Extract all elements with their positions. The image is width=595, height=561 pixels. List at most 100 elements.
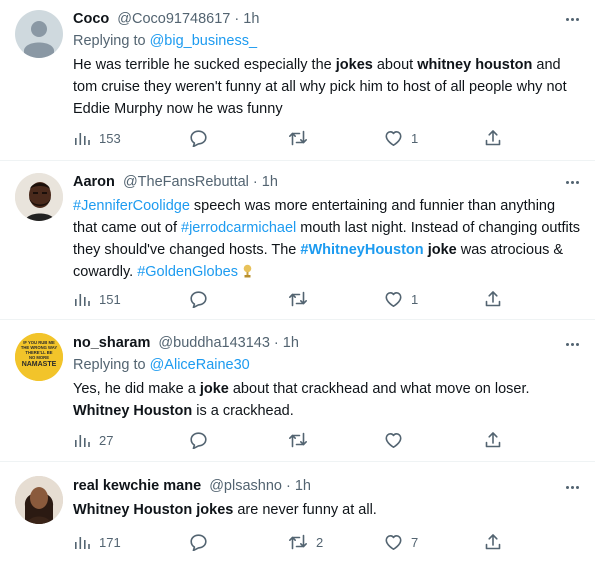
views-count: 171: [99, 534, 121, 550]
share-button[interactable]: [484, 532, 502, 552]
tweet-text-segment: Whitney Houston: [73, 502, 193, 518]
user-handle[interactable]: @TheFansRebuttal: [123, 174, 249, 190]
avatar[interactable]: [15, 173, 63, 221]
views-button[interactable]: 171: [73, 532, 121, 552]
like-count: 1: [411, 291, 419, 307]
tweet-text-segment: He was terrible he sucked especially the: [73, 57, 336, 73]
tweet-text-segment: jokes: [335, 57, 373, 73]
like-count: 7: [411, 534, 419, 550]
heart-icon: [385, 535, 402, 550]
like-button[interactable]: 7: [384, 532, 418, 552]
tweet-text-segment: is a crackhead.: [192, 403, 294, 419]
views-count: 27: [99, 432, 114, 448]
share-button[interactable]: [484, 128, 502, 148]
replying-to-label: Replying to: [73, 33, 150, 49]
analytics-icon: [75, 133, 90, 145]
hashtag-link[interactable]: #WhitneyHouston: [300, 242, 423, 258]
replying-to: Replying to @AliceRaine30: [73, 355, 581, 375]
reply-icon: [190, 130, 207, 147]
user-handle[interactable]: @Coco91748617: [117, 11, 230, 27]
user-handle[interactable]: @buddha143143: [158, 335, 270, 351]
tweet-text: He was terrible he sucked especially the…: [73, 54, 581, 120]
share-button[interactable]: [484, 430, 502, 450]
tweet[interactable]: Aaron @TheFansRebuttal · 1h #JenniferCoo…: [0, 161, 595, 320]
retweet-icon: [289, 130, 307, 146]
tweet-header: Aaron @TheFansRebuttal · 1h: [73, 173, 581, 192]
tweet[interactable]: IF YOU RUB ME THE WRONG WAY THERE'LL BE …: [0, 320, 595, 462]
replying-to-link[interactable]: @AliceRaine30: [150, 357, 250, 373]
tweet-text-segment: whitney houston: [417, 57, 533, 73]
like-count: 1: [411, 130, 419, 146]
separator: ·: [281, 478, 295, 494]
heart-icon: [385, 433, 402, 448]
views-button[interactable]: 153: [73, 128, 121, 148]
tweet-header: real kewchie mane @plsashno · 1h: [73, 477, 581, 496]
reply-icon: [190, 534, 207, 551]
retweet-icon: [289, 432, 307, 448]
timestamp[interactable]: 1h: [243, 11, 259, 27]
tweet-text: #JenniferCoolidge speech was more entert…: [73, 195, 581, 283]
views-count: 151: [99, 291, 121, 307]
timestamp[interactable]: 1h: [283, 335, 299, 351]
timestamp[interactable]: 1h: [295, 478, 311, 494]
hashtag-link[interactable]: #JenniferCoolidge: [73, 198, 190, 214]
reply-button[interactable]: [189, 289, 216, 309]
replying-to: Replying to @big_business_: [73, 31, 581, 51]
tweet-header: Coco @Coco91748617 · 1h: [73, 10, 581, 29]
woman-avatar-icon: [15, 476, 63, 524]
analytics-icon: [75, 294, 90, 306]
default-avatar-icon: [24, 21, 54, 58]
tweet-text-segment: Yes, he did make a: [73, 381, 200, 397]
replying-to-label: Replying to: [73, 357, 150, 373]
avatar[interactable]: IF YOU RUB ME THE WRONG WAY THERE'LL BE …: [15, 333, 63, 381]
tweet-text-segment: jokes: [196, 502, 234, 518]
heart-icon: [385, 292, 402, 307]
timestamp[interactable]: 1h: [262, 174, 278, 190]
hashtag-link[interactable]: #jerrodcarmichael: [181, 220, 296, 236]
tweet[interactable]: Coco @Coco91748617 · 1h Replying to @big…: [0, 0, 595, 161]
avatar[interactable]: [15, 476, 63, 524]
reply-button[interactable]: [189, 430, 216, 450]
tweet-text: Whitney Houston jokes are never funny at…: [73, 499, 581, 521]
tweet-text-segment: about: [372, 57, 418, 73]
retweet-button[interactable]: 2: [288, 532, 323, 552]
retweet-button[interactable]: [288, 128, 316, 148]
reply-button[interactable]: [189, 128, 216, 148]
avatar[interactable]: [15, 10, 63, 58]
retweet-button[interactable]: [288, 430, 316, 450]
heart-icon: [385, 131, 402, 146]
replying-to-link[interactable]: @big_business_: [150, 33, 257, 49]
display-name[interactable]: Coco: [73, 11, 109, 27]
share-icon: [485, 432, 501, 448]
display-name[interactable]: Aaron: [73, 174, 115, 190]
display-name[interactable]: real kewchie mane: [73, 478, 201, 494]
share-icon: [485, 534, 501, 550]
like-button[interactable]: [384, 430, 411, 450]
retweet-icon: [289, 534, 307, 550]
like-button[interactable]: 1: [384, 289, 418, 309]
tweet-text-segment: joke: [199, 381, 229, 397]
views-button[interactable]: 27: [73, 430, 113, 450]
display-name[interactable]: no_sharam: [73, 335, 150, 351]
user-handle[interactable]: @plsashno: [209, 478, 282, 494]
hashtag-link[interactable]: #GoldenGlobes: [137, 264, 238, 280]
reply-icon: [190, 432, 207, 449]
reply-icon: [190, 291, 207, 308]
tweet-text-segment: about that crackhead and what move on lo…: [228, 381, 530, 397]
tweet-actions: 171 2 7: [73, 532, 523, 552]
share-button[interactable]: [484, 289, 502, 309]
retweet-button[interactable]: [288, 289, 316, 309]
views-button[interactable]: 151: [73, 289, 121, 309]
tweet-text: Yes, he did make a joke about that crack…: [73, 378, 581, 422]
tweet-text-segment: joke: [427, 242, 457, 258]
reply-button[interactable]: [189, 532, 216, 552]
namaste-avatar-icon: IF YOU RUB ME THE WRONG WAY THERE'LL BE …: [15, 333, 63, 381]
avatar-line: NO MORE: [29, 355, 49, 360]
tweet-actions: 27: [73, 430, 523, 450]
tweet-header: no_sharam @buddha143143 · 1h: [73, 334, 581, 353]
like-button[interactable]: 1: [384, 128, 418, 148]
tweet[interactable]: real kewchie mane @plsashno · 1h Whitney…: [0, 462, 595, 561]
separator: ·: [230, 11, 244, 27]
share-icon: [485, 291, 501, 307]
retweet-count: 2: [316, 534, 324, 550]
